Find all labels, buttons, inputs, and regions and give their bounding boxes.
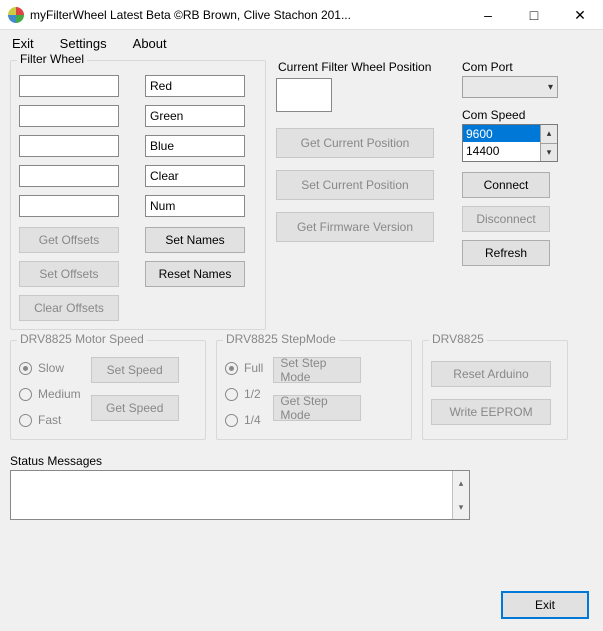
step-half-radio — [225, 388, 238, 401]
reset-names-button[interactable]: Reset Names — [145, 261, 245, 287]
reset-arduino-button: Reset Arduino — [431, 361, 551, 387]
offset-input-2[interactable] — [19, 135, 119, 157]
refresh-button[interactable]: Refresh — [462, 240, 550, 266]
chevron-down-icon: ▾ — [548, 82, 553, 93]
name-input-4[interactable] — [145, 195, 245, 217]
set-speed-button: Set Speed — [91, 357, 179, 383]
filter-wheel-label: Filter Wheel — [17, 52, 87, 66]
step-full-label: Full — [244, 361, 263, 375]
offset-input-1[interactable] — [19, 105, 119, 127]
maximize-button[interactable]: □ — [511, 0, 557, 30]
com-speed-label: Com Speed — [462, 108, 558, 122]
motor-speed-group: DRV8825 Motor Speed Slow Medium Fast Set… — [10, 340, 206, 440]
step-mode-group: DRV8825 StepMode Full 1/2 1/4 Set Step M… — [216, 340, 412, 440]
offset-input-3[interactable] — [19, 165, 119, 187]
firmware-button: Get Firmware Version — [276, 212, 434, 242]
position-panel: Current Filter Wheel Position Get Curren… — [272, 60, 456, 330]
minimize-button[interactable]: – — [465, 0, 511, 30]
drv-group: DRV8825 Reset Arduino Write EEPROM — [422, 340, 568, 440]
connect-button[interactable]: Connect — [462, 172, 550, 198]
menu-about[interactable]: About — [127, 34, 173, 53]
name-input-3[interactable] — [145, 165, 245, 187]
offset-input-0[interactable] — [19, 75, 119, 97]
speed-spin-down[interactable]: ▾ — [541, 144, 557, 162]
step-mode-label: DRV8825 StepMode — [223, 332, 339, 346]
menu-exit[interactable]: Exit — [6, 34, 40, 53]
menubar: Exit Settings About — [0, 30, 603, 54]
set-position-button: Set Current Position — [276, 170, 434, 200]
get-step-button: Get Step Mode — [273, 395, 361, 421]
close-button[interactable]: ✕ — [557, 0, 603, 30]
com-panel: Com Port ▾ Com Speed 9600 14400 ▴ ▾ Conn… — [462, 60, 558, 330]
exit-button[interactable]: Exit — [501, 591, 589, 619]
step-half-label: 1/2 — [244, 387, 261, 401]
status-textbox[interactable]: ▴ ▾ — [10, 470, 470, 520]
com-port-label: Com Port — [462, 60, 558, 74]
get-offsets-button: Get Offsets — [19, 227, 119, 253]
filter-wheel-group: Filter Wheel Get Offsets Set Names Set O… — [10, 60, 266, 330]
step-full-radio — [225, 362, 238, 375]
drv-label: DRV8825 — [429, 332, 487, 346]
set-names-button[interactable]: Set Names — [145, 227, 245, 253]
position-input[interactable] — [276, 78, 332, 112]
window-title: myFilterWheel Latest Beta ©RB Brown, Cli… — [30, 8, 465, 22]
titlebar: myFilterWheel Latest Beta ©RB Brown, Cli… — [0, 0, 603, 30]
offset-input-4[interactable] — [19, 195, 119, 217]
speed-spin-up[interactable]: ▴ — [541, 125, 557, 144]
name-input-0[interactable] — [145, 75, 245, 97]
get-speed-button: Get Speed — [91, 395, 179, 421]
set-offsets-button: Set Offsets — [19, 261, 119, 287]
motor-speed-label: DRV8825 Motor Speed — [17, 332, 147, 346]
status-scroll-down[interactable]: ▾ — [453, 495, 469, 519]
set-step-button: Set Step Mode — [273, 357, 361, 383]
speed-medium-radio — [19, 388, 32, 401]
speed-medium-label: Medium — [38, 387, 81, 401]
speed-slow-label: Slow — [38, 361, 64, 375]
get-position-button: Get Current Position — [276, 128, 434, 158]
clear-offsets-button: Clear Offsets — [19, 295, 119, 321]
status-label: Status Messages — [10, 454, 593, 468]
speed-fast-label: Fast — [38, 413, 61, 427]
name-input-2[interactable] — [145, 135, 245, 157]
menu-settings[interactable]: Settings — [54, 34, 113, 53]
disconnect-button: Disconnect — [462, 206, 550, 232]
status-scroll-up[interactable]: ▴ — [453, 471, 469, 495]
speed-slow-radio — [19, 362, 32, 375]
write-eeprom-button: Write EEPROM — [431, 399, 551, 425]
name-input-1[interactable] — [145, 105, 245, 127]
step-quarter-label: 1/4 — [244, 413, 261, 427]
speed-fast-radio — [19, 414, 32, 427]
com-port-combo[interactable]: ▾ — [462, 76, 558, 98]
com-speed-listbox[interactable]: 9600 14400 ▴ ▾ — [462, 124, 558, 162]
step-quarter-radio — [225, 414, 238, 427]
position-label: Current Filter Wheel Position — [276, 60, 456, 78]
status-area: Status Messages ▴ ▾ — [10, 454, 593, 520]
app-icon — [8, 7, 24, 23]
